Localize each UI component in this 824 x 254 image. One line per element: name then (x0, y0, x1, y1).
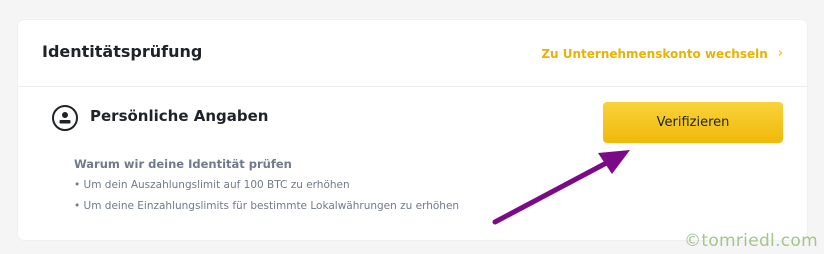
reason-item-deposit-limits: Um deine Einzahlungslimits für bestimmte… (74, 199, 460, 220)
switch-link-label: Zu Unternehmenskonto wechseln (541, 46, 768, 61)
watermark: ©tomriedl.com (684, 231, 818, 251)
card-title: Identitätsprüfung (42, 42, 203, 61)
reason-item-withdrawal-limit: Um dein Auszahlungslimit auf 100 BTC zu … (74, 178, 459, 199)
card-header: Identitätsprüfung Zu Unternehmenskonto w… (18, 20, 807, 87)
verify-button[interactable]: Verifizieren (603, 102, 783, 143)
identity-verification-card: Identitätsprüfung Zu Unternehmenskonto w… (18, 20, 807, 240)
reasons-list: Um dein Auszahlungslimit auf 100 BTC zu … (74, 178, 460, 220)
personal-info-title: Persönliche Angaben (90, 107, 269, 125)
user-id-icon (52, 105, 78, 131)
why-verify-heading: Warum wir deine Identität prüfen (74, 157, 292, 171)
chevron-right-icon: › (777, 46, 783, 61)
switch-to-business-account-link[interactable]: Zu Unternehmenskonto wechseln › (541, 46, 783, 61)
